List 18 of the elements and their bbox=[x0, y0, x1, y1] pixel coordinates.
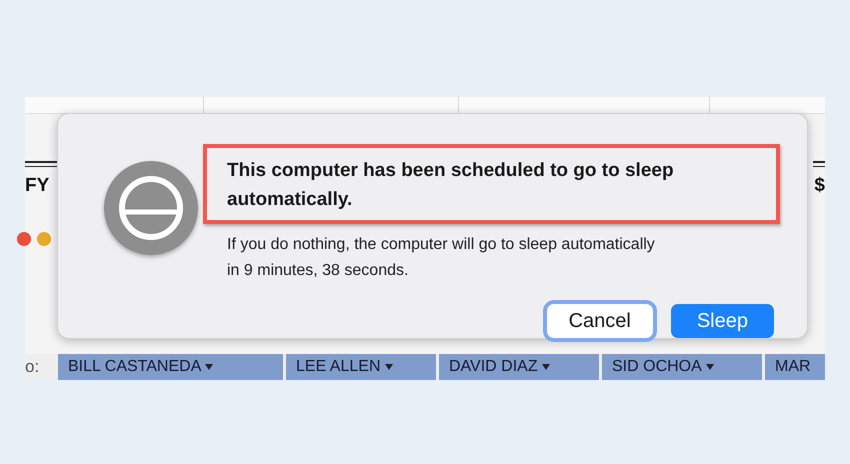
name-dropdown[interactable]: SID OCHOA bbox=[602, 354, 762, 380]
name-dropdown[interactable]: MAR bbox=[765, 354, 825, 380]
row-label: o: bbox=[25, 357, 40, 377]
sleep-icon bbox=[103, 160, 199, 256]
caret-icon bbox=[384, 364, 392, 370]
double-rule bbox=[813, 161, 825, 167]
caret-icon bbox=[205, 364, 214, 370]
dialog-message: If you do nothing, the computer will go to sleep automatically in 9 minutes, 38 seconds. bbox=[227, 235, 656, 281]
sleep-button[interactable]: Sleep bbox=[670, 304, 774, 338]
column-label: $ bbox=[814, 175, 825, 197]
caret-icon bbox=[706, 364, 714, 370]
column-label: FY bbox=[25, 175, 50, 197]
caret-icon bbox=[542, 364, 550, 370]
name-dropdown[interactable]: DAVID DIAZ bbox=[439, 354, 599, 380]
cancel-button[interactable]: Cancel bbox=[546, 304, 653, 338]
name-dropdown[interactable]: LEE ALLEN bbox=[286, 354, 436, 380]
dialog-title: This computer has been scheduled to go to sleep automatically. bbox=[227, 159, 675, 212]
name-dropdown[interactable]: BILL CASTANEDA bbox=[58, 354, 283, 380]
